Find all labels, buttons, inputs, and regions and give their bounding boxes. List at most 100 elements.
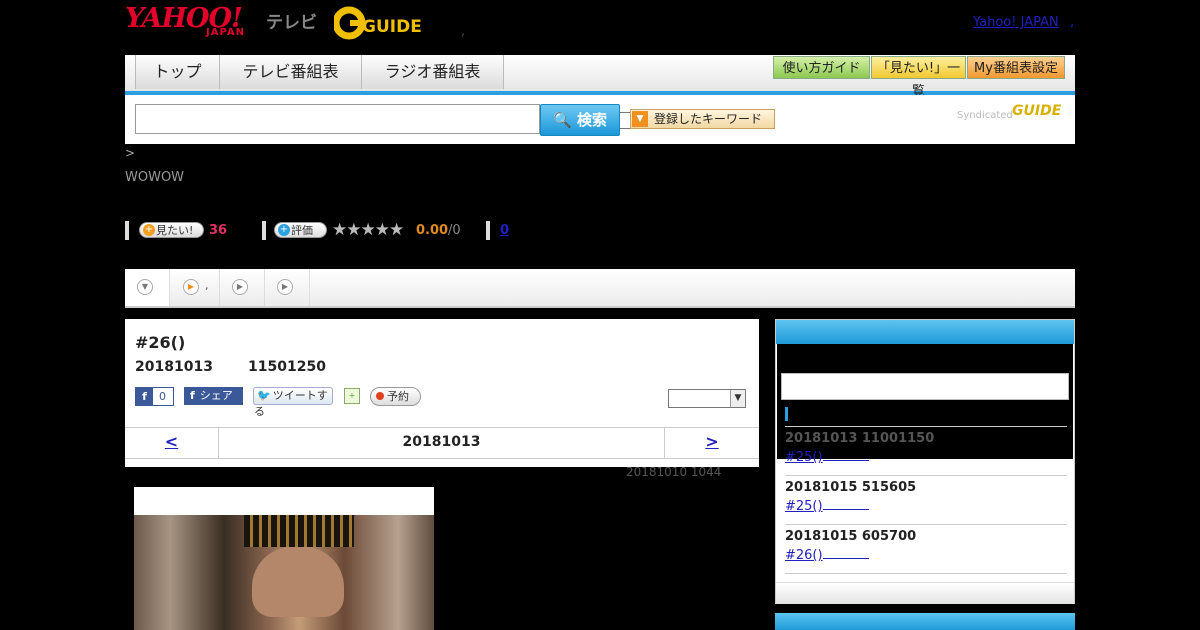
search-button[interactable]: 🔍 検索 <box>540 104 620 136</box>
program-image <box>134 487 434 630</box>
list-item: 20181015 515605 #25() <box>785 480 1067 514</box>
tab-4[interactable]: ▶ <box>265 269 310 306</box>
reserve-recording-button[interactable]: 予約 <box>370 387 421 406</box>
search-button-label: 検索 <box>576 111 607 129</box>
tweet-button[interactable]: 🐦 ツイートする <box>253 387 333 418</box>
play-icon: ▶ <box>277 279 293 295</box>
main-nav: トップ テレビ番組表 ラジオ番組表 使い方ガイド 「見たい!」一覧 My番組表設… <box>125 55 1075 99</box>
yahoo-japan-logo-text: JAPAN <box>206 27 245 38</box>
next-day-link[interactable]: > <box>664 428 759 458</box>
facebook-like-button[interactable]: f0 <box>135 387 174 406</box>
tab-3[interactable]: ▶ <box>220 269 265 306</box>
yahoo-japan-link[interactable]: Yahoo! JAPAN <box>973 15 1059 30</box>
facebook-like-count: 0 <box>159 390 166 403</box>
channel-name: WOWOW <box>125 170 185 185</box>
list-item: 20181013 11001150 #25() <box>785 431 1067 465</box>
my-listings-settings-button[interactable]: My番組表設定 <box>967 56 1065 79</box>
tab-label: , <box>205 279 209 292</box>
episode-date: 20181015 515605 <box>785 480 917 495</box>
registered-keywords-label: 登録したキーワード <box>654 112 763 126</box>
guide-button[interactable]: 使い方ガイド <box>773 56 870 79</box>
want-to-watch-count: 36 <box>209 223 228 238</box>
play-icon: ▶ <box>183 279 199 295</box>
nav-tab-tv-listings[interactable]: テレビ番組表 <box>219 55 362 89</box>
episode-link[interactable]: #25() <box>785 450 823 465</box>
divider <box>125 221 129 240</box>
calendar-add-icon[interactable]: + <box>344 388 360 404</box>
program-date: 20181013 <box>135 359 213 375</box>
divider <box>785 475 1067 476</box>
sidebar-search-input[interactable] <box>781 373 1069 400</box>
breadcrumb: > <box>125 146 136 160</box>
sidebar-footer <box>776 582 1074 604</box>
header-separator: , <box>461 24 465 38</box>
rating-stars: ★★★★★ <box>332 220 404 240</box>
search-bar: ▼ 🔍 検索 ▼ 登録したキーワード Syndicated GUIDE <box>125 95 1075 144</box>
record-dot-icon <box>376 392 384 400</box>
header-link-separator: , <box>1070 15 1075 30</box>
updated-timestamp: 20181010 1044 <box>626 465 722 479</box>
review-count-link[interactable]: 0 <box>500 223 509 238</box>
reserve-label: 予約 <box>387 390 409 403</box>
link-underline <box>822 460 869 461</box>
sidebar-section-header <box>775 613 1075 630</box>
episode-date: 20181013 11001150 <box>785 431 935 446</box>
prev-day-link[interactable]: < <box>125 428 219 458</box>
prev-day-label: < <box>164 432 179 451</box>
program-tabs: ▼ ▶ , ▶ ▶ <box>125 269 1075 308</box>
rating-value: 0.00 <box>416 223 449 238</box>
episode-date: 20181015 605700 <box>785 529 917 544</box>
link-underline <box>822 558 869 559</box>
program-time: 11501250 <box>248 359 326 375</box>
sidebar-accent <box>785 407 788 421</box>
tab-2[interactable]: ▶ , <box>170 269 220 306</box>
divider <box>486 221 490 240</box>
gguide-logo-text: GUIDE <box>362 17 422 37</box>
twitter-bird-icon: 🐦 <box>257 389 271 402</box>
want-to-watch-label: 見たい! <box>156 224 194 237</box>
tv-logo-text: テレビ <box>266 13 317 33</box>
program-photo-headdress <box>244 515 354 547</box>
search-input[interactable] <box>135 104 540 134</box>
episode-link[interactable]: #25() <box>785 499 823 514</box>
syndicated-gguide-logo: GUIDE <box>1012 103 1062 119</box>
list-item: 20181015 605700 #26() <box>785 529 1067 563</box>
rating-count: /0 <box>448 223 461 238</box>
chevron-down-icon: ▼ <box>137 279 153 295</box>
gguide-logo[interactable]: GUIDE <box>332 6 428 40</box>
sidebar-header <box>776 320 1074 344</box>
program-photo-face <box>252 547 344 617</box>
current-date: 20181013 <box>402 434 481 450</box>
tab-program-info[interactable]: ▼ <box>125 269 170 306</box>
divider <box>785 426 1067 427</box>
chevron-down-icon: ▼ <box>632 111 648 127</box>
nav-tab-top[interactable]: トップ <box>135 55 220 89</box>
date-pager: < 20181013 > <box>125 427 759 459</box>
program-option-select[interactable]: ▼ <box>668 389 746 408</box>
chevron-down-icon: ▼ <box>730 390 745 407</box>
search-icon: 🔍 <box>553 111 572 129</box>
nav-tab-radio-listings[interactable]: ラジオ番組表 <box>361 55 504 89</box>
program-title: #26() <box>135 333 186 352</box>
facebook-icon: f <box>190 389 195 402</box>
facebook-share-label: シェア <box>199 389 233 402</box>
program-detail-panel: #26() 20181013 11501250 f0 f シェア 🐦 ツイートする … <box>125 319 759 467</box>
registered-keywords-button[interactable]: ▼ 登録したキーワード <box>630 109 775 129</box>
divider <box>785 573 1067 574</box>
facebook-share-button[interactable]: f シェア <box>184 387 243 405</box>
want-list-button[interactable]: 「見たい!」一覧 <box>871 56 966 99</box>
facebook-icon: f <box>136 388 153 405</box>
link-underline <box>822 509 869 510</box>
episode-link[interactable]: #26() <box>785 548 823 563</box>
next-day-label: > <box>705 432 719 451</box>
plus-icon: + <box>278 224 290 236</box>
divider <box>262 221 266 240</box>
plus-icon: + <box>143 224 155 236</box>
rate-label: 評価 <box>291 224 313 237</box>
related-episodes-sidebar: 20181013 11001150 #25() 20181015 515605 … <box>775 319 1075 604</box>
play-icon: ▶ <box>232 279 248 295</box>
rate-button[interactable]: + 評価 <box>274 222 327 238</box>
divider <box>785 524 1067 525</box>
want-to-watch-button[interactable]: + 見たい! <box>139 222 204 238</box>
syndicated-label: Syndicated <box>957 110 1013 121</box>
